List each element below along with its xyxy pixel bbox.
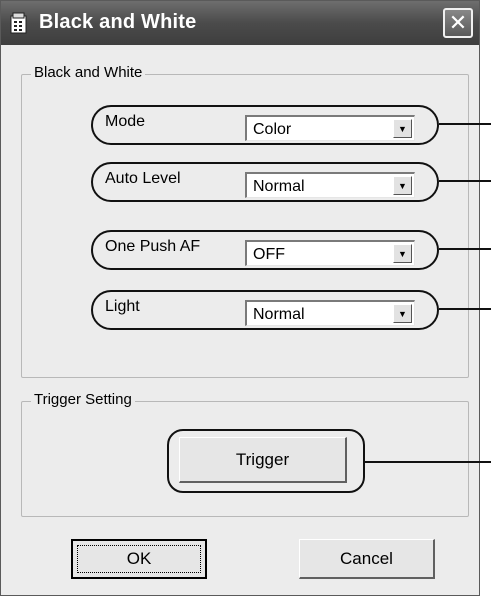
chevron-down-icon[interactable]: ▼ (393, 176, 412, 195)
light-select-value: Normal (253, 306, 305, 323)
close-button[interactable]: ✕ (443, 8, 473, 38)
one-push-af-label: One Push AF (105, 238, 201, 255)
auto-level-select-value: Normal (253, 178, 305, 195)
callout-line-mode (439, 123, 491, 125)
chevron-down-icon[interactable]: ▼ (393, 119, 412, 138)
callout-line-one-push-af (439, 248, 491, 250)
dialog-app-icon (9, 12, 29, 34)
chevron-down-icon[interactable]: ▼ (393, 244, 412, 263)
cancel-button[interactable]: Cancel (299, 539, 435, 579)
callout-line-auto-level (439, 180, 491, 182)
trigger-button[interactable]: Trigger (179, 437, 347, 483)
light-label: Light (105, 298, 140, 315)
dialog-window: Black and White ✕ Black and White Mode C… (0, 0, 491, 596)
one-push-af-select-value: OFF (253, 246, 285, 263)
auto-level-select[interactable]: Normal ▼ (245, 172, 415, 198)
one-push-af-row: One Push AF OFF ▼ (91, 230, 439, 270)
trigger-button-label: Trigger (235, 449, 290, 469)
mode-select[interactable]: Color ▼ (245, 115, 415, 141)
callout-line-trigger (365, 461, 491, 463)
title-bar[interactable]: Black and White ✕ (1, 1, 479, 45)
close-icon: ✕ (448, 10, 468, 35)
light-row: Light Normal ▼ (91, 290, 439, 330)
callout-line-light (439, 308, 491, 310)
auto-level-row: Auto Level Normal ▼ (91, 162, 439, 202)
mode-label: Mode (105, 113, 146, 130)
black-and-white-group-label: Black and White (31, 64, 146, 81)
trigger-setting-group-label: Trigger Setting (31, 391, 135, 408)
chevron-down-icon[interactable]: ▼ (393, 304, 412, 323)
ok-focus-ring (77, 545, 201, 573)
auto-level-label: Auto Level (105, 170, 181, 187)
ok-button[interactable]: OK (71, 539, 207, 579)
one-push-af-select[interactable]: OFF ▼ (245, 240, 415, 266)
mode-select-value: Color (253, 121, 292, 138)
light-select[interactable]: Normal ▼ (245, 300, 415, 326)
mode-row: Mode Color ▼ (91, 105, 439, 145)
cancel-button-label: Cancel (340, 548, 393, 568)
window-title: Black and White (39, 11, 197, 33)
